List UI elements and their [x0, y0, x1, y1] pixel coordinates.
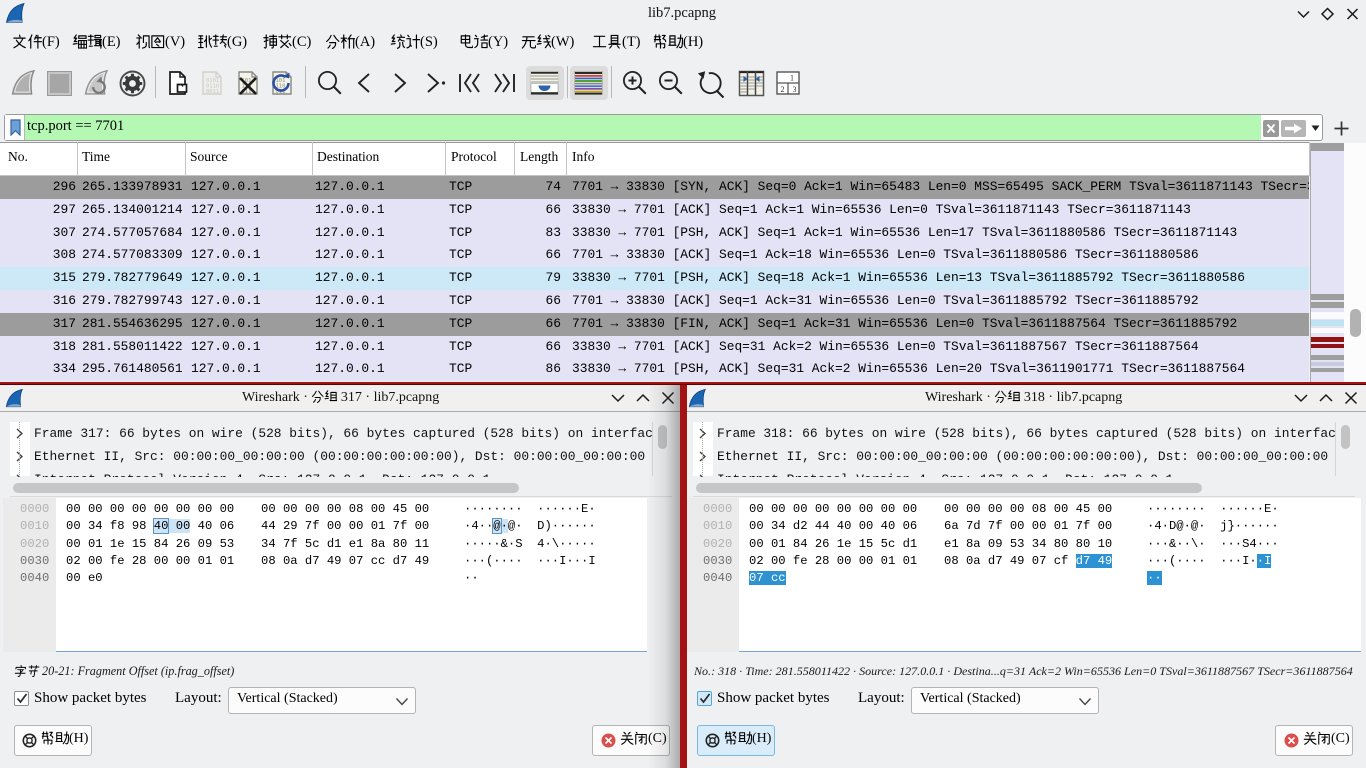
svg-text:1: 1: [790, 74, 794, 83]
svg-text:0011: 0011: [206, 89, 219, 95]
svg-text:3: 3: [793, 85, 797, 94]
svg-text:2: 2: [781, 85, 785, 94]
